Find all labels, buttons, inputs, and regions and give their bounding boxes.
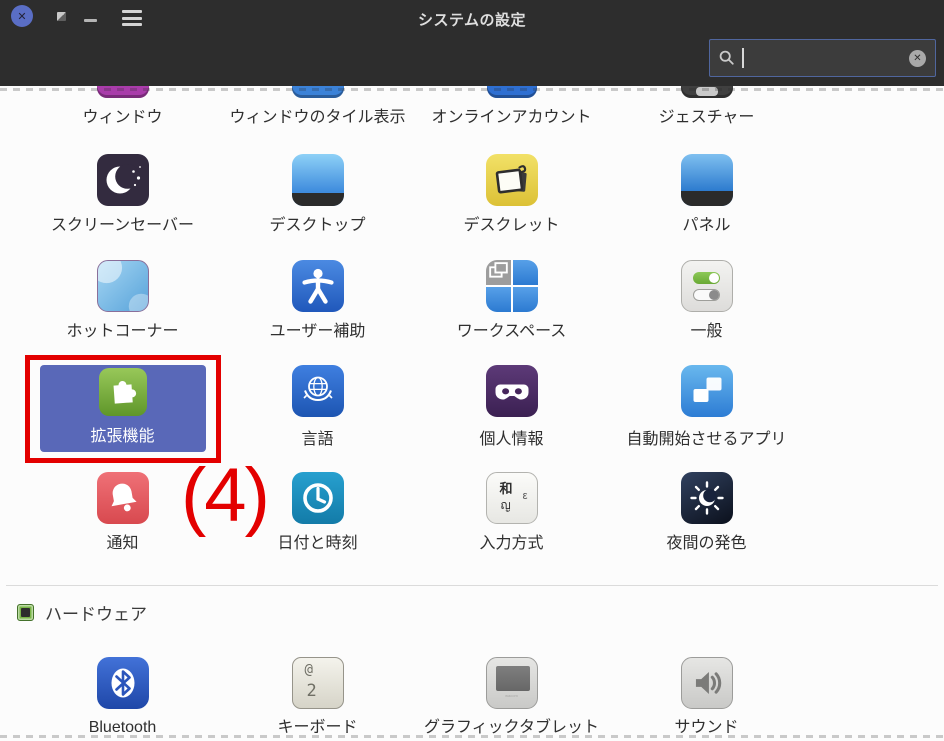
hardware-section-title: ハードウェア	[45, 600, 147, 625]
settings-grid-area: ウィンドウウィンドウのタイル表示オンラインアカウントジェスチャースクリーンセーバ…	[0, 86, 944, 741]
bluetooth-icon	[97, 657, 149, 709]
settings-item-graphics-tablet[interactable]: wacomグラフィックタブレット	[414, 86, 609, 741]
settings-item-keyboard[interactable]: @2キーボード	[220, 86, 415, 741]
search-icon	[719, 50, 735, 66]
window-title: システムの設定	[0, 9, 944, 30]
keyboard-key-icon: @2	[292, 657, 344, 709]
highlight-box-annotation	[25, 355, 221, 463]
settings-item-sound[interactable]: サウンド	[609, 86, 804, 741]
annotation-number: (4)	[181, 458, 268, 534]
search-box[interactable]: ✕	[709, 39, 936, 77]
titlebar: ✕ システムの設定 ✕	[0, 0, 944, 86]
chip-icon	[17, 604, 34, 621]
graphics-tablet-icon: wacom	[486, 657, 538, 709]
hardware-section-header: ハードウェア	[17, 602, 147, 622]
clear-search-icon[interactable]: ✕	[909, 50, 926, 67]
scroll-indicator-bottom	[0, 735, 944, 738]
scroll-indicator-top	[0, 88, 944, 91]
section-separator	[6, 585, 938, 586]
search-input[interactable]	[744, 50, 910, 66]
speaker-icon	[681, 657, 733, 709]
system-settings-window: ✕ システムの設定 ✕ ウィンドウウィンドウのタイル表示オンラインアカウントジェ…	[0, 0, 944, 741]
